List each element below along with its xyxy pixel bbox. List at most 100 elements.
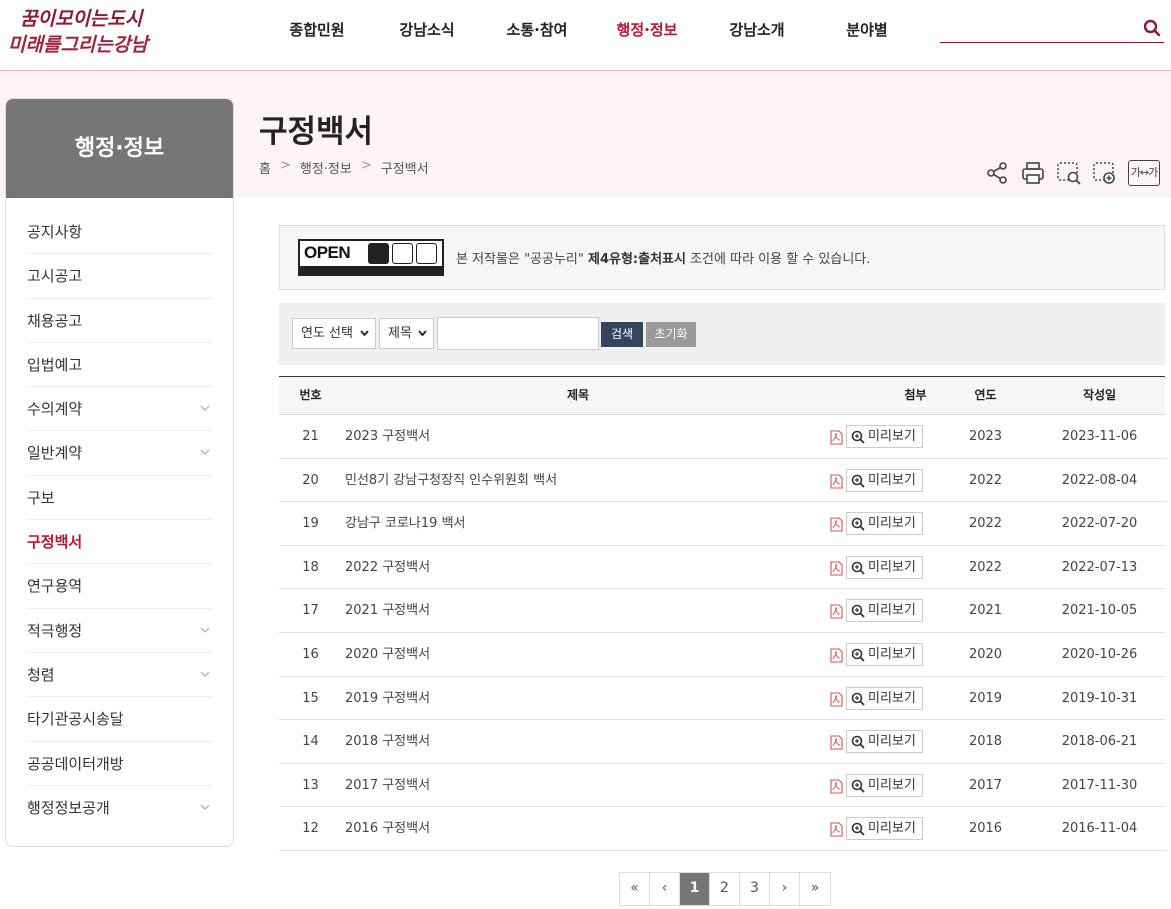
row-title-link[interactable]: 민선8기 강남구청장직 인수위원회 백서	[342, 459, 817, 502]
sidebar-item[interactable]: 구정백서	[27, 520, 212, 565]
page-number-button[interactable]: 2	[710, 873, 740, 905]
nav-item[interactable]: 강남소개	[702, 0, 812, 60]
magnifier-plus-icon	[851, 517, 865, 531]
sidebar-item[interactable]: 적극행정	[27, 609, 212, 653]
table-row: 18 2022 구정백서 2022 2022-07-13 미리보기	[279, 546, 1165, 590]
breadcrumb-separator-icon: >	[279, 158, 291, 173]
nav-item[interactable]: 종합민원	[262, 0, 372, 60]
sidebar-title: 행정·정보	[6, 99, 233, 198]
zoom-in-icon[interactable]	[1092, 160, 1118, 186]
preview-button[interactable]: 미리보기	[846, 425, 923, 448]
preview-button[interactable]: 미리보기	[846, 468, 923, 492]
search-icon[interactable]	[1142, 18, 1162, 38]
preview-button[interactable]: 미리보기	[846, 686, 923, 710]
row-date: 2021-10-05	[1061, 603, 1138, 619]
row-number: 21	[302, 429, 319, 444]
sidebar-item[interactable]: 채용공고	[27, 299, 212, 343]
breadcrumb-home[interactable]: 홈	[259, 158, 271, 177]
sidebar-item-label: 일반계약	[27, 444, 83, 463]
pdf-icon[interactable]	[830, 604, 843, 619]
sidebar-item[interactable]: 행정정보공개	[27, 786, 212, 830]
row-date: 2023-11-06	[1061, 429, 1138, 444]
preview-label: 미리보기	[868, 734, 916, 750]
nav-item[interactable]: 소통·참여	[482, 0, 592, 60]
sidebar-item-label: 적극행정	[27, 621, 83, 640]
sidebar-item[interactable]: 고시공고	[27, 254, 212, 299]
row-number: 18	[302, 559, 319, 575]
magnifier-plus-icon	[851, 648, 865, 662]
sidebar-item-label: 공공데이터개방	[27, 754, 124, 773]
first-page-button[interactable]: «	[620, 873, 650, 905]
row-number: 17	[302, 603, 319, 619]
chevron-down-icon	[418, 330, 427, 337]
sidebar-item[interactable]: 구보	[27, 476, 212, 521]
pdf-icon[interactable]	[830, 735, 843, 750]
row-title-link[interactable]: 2020 구정백서	[342, 633, 817, 676]
font-size-icon[interactable]: 가↔가	[1128, 160, 1160, 186]
header-attachment: 첨부	[904, 388, 927, 402]
share-icon[interactable]	[984, 160, 1010, 186]
row-title-link[interactable]: 2021 구정백서	[342, 589, 817, 632]
site-logo[interactable]: 꿈이모이는도시 미래를그리는강남	[8, 4, 148, 60]
row-title-link[interactable]: 2017 구정백서	[342, 764, 817, 807]
sidebar-item[interactable]: 수의계약	[27, 387, 212, 432]
header-year: 연도	[974, 388, 997, 402]
search-button[interactable]: 검색	[601, 322, 643, 347]
preview-label: 미리보기	[868, 603, 916, 619]
pdf-icon[interactable]	[830, 561, 843, 576]
page-number-button[interactable]: 3	[740, 873, 770, 905]
year-select[interactable]: 연도 선택	[292, 318, 376, 349]
sidebar-item[interactable]: 공공데이터개방	[27, 742, 212, 786]
field-select[interactable]: 제목	[379, 318, 434, 349]
pdf-icon[interactable]	[830, 430, 843, 445]
zoom-out-icon[interactable]	[1056, 160, 1082, 186]
row-title-link[interactable]: 2023 구정백서	[342, 415, 817, 458]
breadcrumb-item[interactable]: 행정·정보	[300, 158, 352, 177]
nav-item[interactable]: 행정·정보	[592, 0, 702, 60]
preview-button[interactable]: 미리보기	[846, 642, 923, 666]
preview-button[interactable]: 미리보기	[846, 512, 923, 536]
pdf-icon[interactable]	[830, 692, 843, 707]
nav-item[interactable]: 분야별	[812, 0, 922, 60]
row-date: 2017-11-30	[1061, 777, 1138, 793]
pdf-icon[interactable]	[830, 474, 843, 489]
print-icon[interactable]	[1020, 160, 1046, 186]
sidebar-item[interactable]: 공지사항	[27, 210, 212, 255]
preview-button[interactable]: 미리보기	[846, 773, 923, 797]
sidebar-item[interactable]: 연구용역	[27, 564, 212, 609]
pdf-icon[interactable]	[830, 822, 843, 837]
nav-item[interactable]: 강남소식	[372, 0, 482, 60]
preview-button[interactable]: 미리보기	[846, 730, 923, 754]
row-title-link[interactable]: 2019 구정백서	[342, 677, 817, 720]
breadcrumb-item[interactable]: 구정백서	[381, 158, 429, 177]
prev-page-button[interactable]: ‹	[650, 873, 680, 905]
sidebar-item[interactable]: 일반계약	[27, 431, 212, 476]
page-number-button[interactable]: 1	[680, 873, 710, 905]
last-page-button[interactable]: »	[800, 873, 830, 905]
reset-button[interactable]: 초기화	[646, 322, 696, 347]
sidebar-item[interactable]: 청렴	[27, 653, 212, 698]
preview-button[interactable]: 미리보기	[846, 555, 923, 579]
pdf-icon[interactable]	[830, 517, 843, 532]
row-title-link[interactable]: 강남구 코로나19 백서	[342, 502, 817, 545]
pdf-icon[interactable]	[830, 648, 843, 663]
preview-button[interactable]: 미리보기	[846, 817, 923, 841]
row-title-link[interactable]: 2018 구정백서	[342, 720, 817, 763]
sidebar-item[interactable]: 입법예고	[27, 343, 212, 388]
header-search-input[interactable]	[940, 14, 1136, 42]
row-title-link[interactable]: 2016 구정백서	[342, 807, 817, 850]
row-title-link[interactable]: 2022 구정백서	[342, 546, 817, 589]
sidebar-item-label: 공지사항	[27, 223, 83, 241]
row-number: 13	[302, 777, 319, 793]
kogl-badge: OPEN	[298, 239, 444, 276]
sidebar-item-label: 수의계약	[27, 400, 83, 419]
page-title: 구정백서	[259, 114, 374, 150]
pdf-icon[interactable]	[830, 779, 843, 794]
next-page-button[interactable]: ›	[770, 873, 800, 905]
chevron-down-icon	[200, 671, 210, 677]
preview-button[interactable]: 미리보기	[846, 599, 923, 623]
sidebar-item[interactable]: 타기관공시송달	[27, 697, 212, 742]
preview-label: 미리보기	[868, 821, 916, 837]
keyword-input[interactable]	[437, 317, 599, 350]
search-form: 연도 선택 제목 검색 초기화	[279, 303, 1165, 365]
